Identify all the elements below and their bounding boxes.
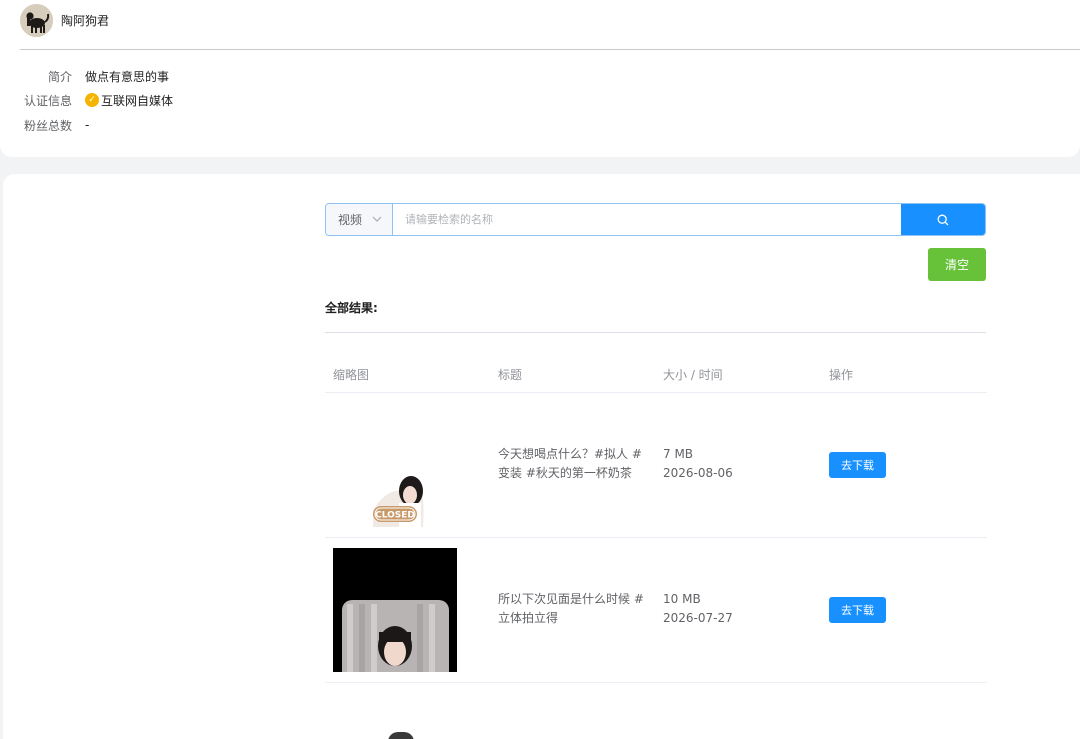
verification-value: ✓ 互联网自媒体 bbox=[85, 92, 173, 109]
search-icon bbox=[937, 214, 949, 225]
column-size-time: 大小 / 时间 bbox=[663, 368, 723, 382]
search-input[interactable] bbox=[393, 204, 901, 235]
search-button[interactable] bbox=[901, 204, 985, 235]
info-row-bio: 简介 做点有意思的事 bbox=[0, 66, 169, 86]
thumbnail-image: CLOSED bbox=[333, 433, 457, 527]
download-button[interactable]: 去下载 bbox=[829, 597, 886, 623]
row-size: 10 MB bbox=[663, 592, 701, 606]
table-header: 缩略图 标题 大小 / 时间 操作 bbox=[325, 357, 987, 393]
profile-header: 陶阿狗君 bbox=[20, 0, 1080, 50]
column-thumbnail: 缩略图 bbox=[333, 368, 370, 382]
search-type-value: 视频 bbox=[338, 213, 363, 227]
row-size-time: 10 MB 2026-07-27 bbox=[663, 590, 733, 628]
row-size: 7 MB bbox=[663, 447, 694, 461]
thumbnail-image bbox=[333, 548, 457, 672]
row-size-time: 7 MB 2026-08-06 bbox=[663, 445, 733, 483]
row-title: 所以下次见面是什么时候 #立体拍立得 bbox=[498, 592, 644, 625]
verification-label: 认证信息 bbox=[23, 93, 72, 108]
search-type-select[interactable]: 视频 bbox=[326, 204, 393, 235]
table-row: 所以下次见面是什么时候 #立体拍立得 10 MB 2026-07-27 去下载 bbox=[325, 538, 987, 683]
row-date: 2026-07-27 bbox=[663, 611, 733, 625]
verified-badge-icon: ✓ bbox=[85, 93, 99, 107]
row-date: 2026-08-06 bbox=[663, 466, 733, 480]
video-thumbnail[interactable] bbox=[333, 548, 457, 672]
clear-button[interactable]: 清空 bbox=[928, 248, 986, 281]
table-row: CLOSED 今天想喝点什么？#拟人 #变装 #秋天的第一杯奶茶 7 MB 20… bbox=[325, 393, 987, 538]
verification-text: 互联网自媒体 bbox=[101, 93, 174, 108]
next-row-thumbnail-partial bbox=[388, 732, 414, 739]
search-bar: 视频 bbox=[325, 203, 986, 236]
column-title: 标题 bbox=[498, 368, 523, 382]
results-title: 全部结果: bbox=[325, 301, 378, 315]
info-row-verification: 认证信息 ✓ 互联网自媒体 bbox=[0, 90, 173, 110]
followers-value: - bbox=[85, 118, 90, 132]
profile-card: 陶阿狗君 简介 做点有意思的事 认证信息 ✓ 互联网自媒体 粉丝总数 - bbox=[0, 0, 1080, 157]
results-divider bbox=[325, 332, 986, 333]
search-panel: 视频 清空 全部结果: 缩略图 标题 大小 / 时间 操作 bbox=[3, 174, 1080, 739]
video-thumbnail[interactable]: CLOSED bbox=[333, 433, 457, 527]
bio-value: 做点有意思的事 bbox=[85, 69, 170, 84]
closed-sign-text: CLOSED bbox=[375, 511, 415, 521]
dog-icon bbox=[20, 4, 53, 37]
row-title: 今天想喝点什么？#拟人 #变装 #秋天的第一杯奶茶 bbox=[498, 447, 642, 480]
chevron-down-icon bbox=[372, 214, 382, 225]
user-name: 陶阿狗君 bbox=[61, 14, 110, 28]
column-action: 操作 bbox=[829, 368, 854, 382]
download-button[interactable]: 去下载 bbox=[829, 452, 886, 478]
bio-label: 简介 bbox=[47, 69, 72, 84]
followers-label: 粉丝总数 bbox=[23, 118, 72, 133]
info-row-followers: 粉丝总数 - bbox=[0, 115, 89, 135]
avatar[interactable] bbox=[20, 4, 53, 37]
